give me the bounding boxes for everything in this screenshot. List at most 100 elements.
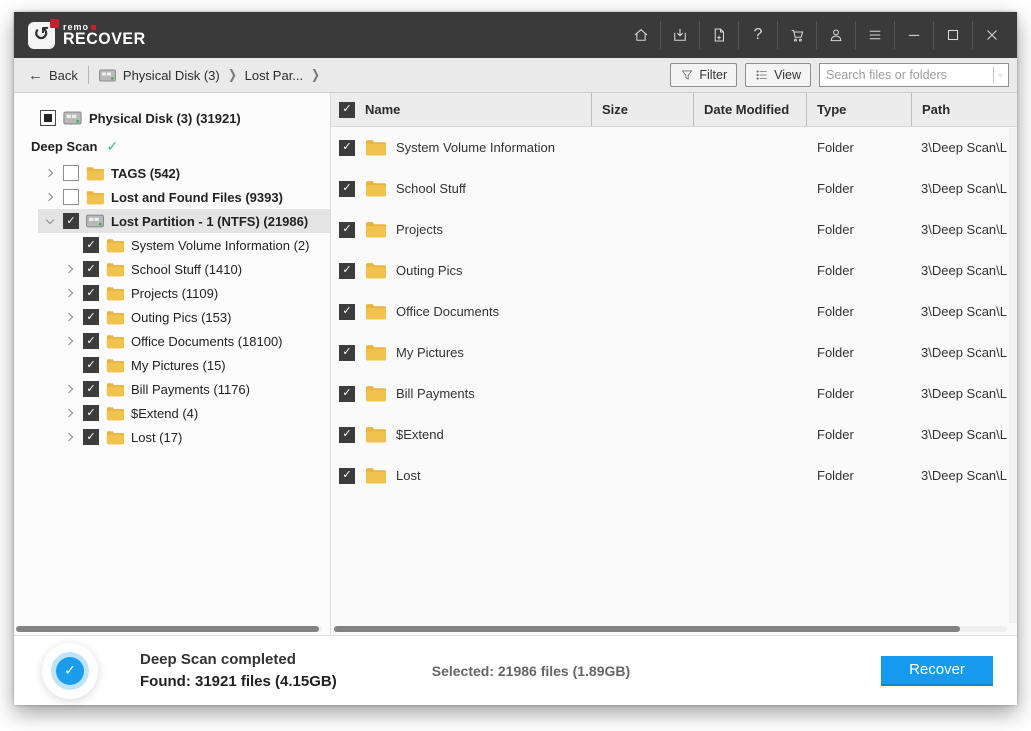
tree-item[interactable]: School Stuff (1410) — [38, 257, 330, 281]
row-checkbox[interactable] — [339, 345, 355, 361]
breadcrumb-device[interactable]: Physical Disk (3) — [123, 68, 220, 83]
folder-icon — [365, 221, 386, 238]
table-row[interactable]: My Pictures Folder 3\Deep Scan\L — [331, 332, 1017, 373]
recover-button[interactable]: Recover — [881, 656, 993, 686]
table-row[interactable]: School Stuff Folder 3\Deep Scan\L — [331, 168, 1017, 209]
expand-arrow-icon[interactable] — [64, 383, 76, 395]
breadcrumb-location[interactable]: Lost Par... — [245, 68, 304, 83]
folder-icon — [106, 430, 124, 445]
type-cell: Folder — [806, 181, 911, 196]
tree-item[interactable]: Bill Payments (1176) — [38, 377, 330, 401]
select-all-checkbox[interactable] — [339, 102, 355, 118]
back-button[interactable]: ← Back — [28, 67, 78, 84]
tree-horizontal-scrollbar[interactable] — [16, 626, 322, 632]
tree-item-checkbox[interactable] — [63, 189, 79, 205]
expand-arrow-icon[interactable] — [64, 311, 76, 323]
tree-item-checkbox[interactable] — [83, 237, 99, 253]
maximize-icon[interactable] — [933, 21, 972, 49]
tree-item-checkbox[interactable] — [83, 261, 99, 277]
tree-item-checkbox[interactable] — [83, 429, 99, 445]
table-row[interactable]: Lost Folder 3\Deep Scan\L — [331, 455, 1017, 496]
file-table-panel: Name Size Date Modified Type Path System… — [331, 93, 1017, 635]
tree-item-label: System Volume Information (2) — [131, 238, 309, 253]
table-row[interactable]: System Volume Information Folder 3\Deep … — [331, 127, 1017, 168]
tree-item-checkbox[interactable] — [83, 309, 99, 325]
expand-arrow-icon[interactable] — [64, 359, 76, 371]
row-checkbox[interactable] — [339, 263, 355, 279]
cart-icon[interactable] — [777, 21, 816, 49]
expand-arrow-icon[interactable] — [44, 215, 56, 227]
scrollbar-thumb[interactable] — [16, 626, 319, 632]
tree-item[interactable]: Lost and Found Files (9393) — [38, 185, 330, 209]
tree-item-checkbox[interactable] — [83, 333, 99, 349]
type-cell: Folder — [806, 345, 911, 360]
help-icon[interactable]: ? — [738, 21, 777, 49]
search-input[interactable] — [820, 68, 993, 82]
folder-icon — [365, 344, 386, 361]
table-row[interactable]: Projects Folder 3\Deep Scan\L — [331, 209, 1017, 250]
search-icon[interactable] — [998, 68, 1003, 83]
expand-arrow-icon[interactable] — [64, 407, 76, 419]
tree-item[interactable]: My Pictures (15) — [38, 353, 330, 377]
table-vertical-scrollbar[interactable] — [1009, 128, 1017, 623]
column-header-path[interactable]: Path — [911, 93, 1017, 126]
tree-item[interactable]: Office Documents (18100) — [38, 329, 330, 353]
tree-item-checkbox[interactable] — [83, 381, 99, 397]
expand-arrow-icon[interactable] — [64, 239, 76, 251]
root-checkbox[interactable] — [40, 110, 56, 126]
row-checkbox[interactable] — [339, 140, 355, 156]
row-checkbox[interactable] — [339, 304, 355, 320]
tree-item-checkbox[interactable] — [83, 405, 99, 421]
table-horizontal-scrollbar[interactable] — [334, 626, 1007, 632]
tree-root-row[interactable]: Physical Disk (3) (31921) — [14, 105, 330, 131]
column-header-type[interactable]: Type — [806, 93, 911, 126]
row-checkbox[interactable] — [339, 222, 355, 238]
table-row[interactable]: $Extend Folder 3\Deep Scan\L — [331, 414, 1017, 455]
expand-arrow-icon[interactable] — [64, 263, 76, 275]
column-header-size[interactable]: Size — [591, 93, 693, 126]
expand-arrow-icon[interactable] — [44, 167, 56, 179]
minimize-icon[interactable] — [894, 21, 933, 49]
close-icon[interactable] — [972, 21, 1011, 49]
view-button[interactable]: View — [745, 63, 811, 87]
expand-arrow-icon[interactable] — [64, 287, 76, 299]
tree-item[interactable]: Projects (1109) — [38, 281, 330, 305]
table-row[interactable]: Bill Payments Folder 3\Deep Scan\L — [331, 373, 1017, 414]
tree-item[interactable]: Outing Pics (153) — [38, 305, 330, 329]
download-icon[interactable] — [660, 21, 699, 49]
row-checkbox[interactable] — [339, 427, 355, 443]
tree-item[interactable]: TAGS (542) — [38, 161, 330, 185]
column-header-date-modified[interactable]: Date Modified — [693, 93, 806, 126]
account-icon[interactable] — [816, 21, 855, 49]
filter-label: Filter — [699, 68, 727, 82]
menu-icon[interactable] — [855, 21, 894, 49]
path-cell: 3\Deep Scan\L — [911, 181, 1017, 196]
folder-icon — [106, 382, 124, 397]
folder-icon — [365, 303, 386, 320]
tree-item-label: TAGS (542) — [111, 166, 180, 181]
tree-item-label: Outing Pics (153) — [131, 310, 231, 325]
table-row[interactable]: Outing Pics Folder 3\Deep Scan\L — [331, 250, 1017, 291]
expand-arrow-icon[interactable] — [44, 191, 56, 203]
expand-arrow-icon[interactable] — [64, 431, 76, 443]
tree-item-checkbox[interactable] — [83, 285, 99, 301]
remo-logo-icon: ↺ — [28, 22, 55, 49]
filter-button[interactable]: Filter — [670, 63, 737, 87]
row-checkbox[interactable] — [339, 468, 355, 484]
file-name: System Volume Information — [396, 140, 555, 155]
home-icon[interactable] — [621, 21, 660, 49]
table-row[interactable]: Office Documents Folder 3\Deep Scan\L — [331, 291, 1017, 332]
row-checkbox[interactable] — [339, 386, 355, 402]
tree-item[interactable]: Lost (17) — [38, 425, 330, 449]
tree-item[interactable]: $Extend (4) — [38, 401, 330, 425]
tree-item-checkbox[interactable] — [63, 213, 79, 229]
column-header-name[interactable]: Name — [331, 93, 591, 126]
tree-item-checkbox[interactable] — [83, 357, 99, 373]
row-checkbox[interactable] — [339, 181, 355, 197]
expand-arrow-icon[interactable] — [64, 335, 76, 347]
tree-item-checkbox[interactable] — [63, 165, 79, 181]
tree-item[interactable]: System Volume Information (2) — [38, 233, 330, 257]
add-file-icon[interactable] — [699, 21, 738, 49]
scrollbar-thumb[interactable] — [334, 626, 960, 632]
tree-item[interactable]: Lost Partition - 1 (NTFS) (21986) — [38, 209, 330, 233]
